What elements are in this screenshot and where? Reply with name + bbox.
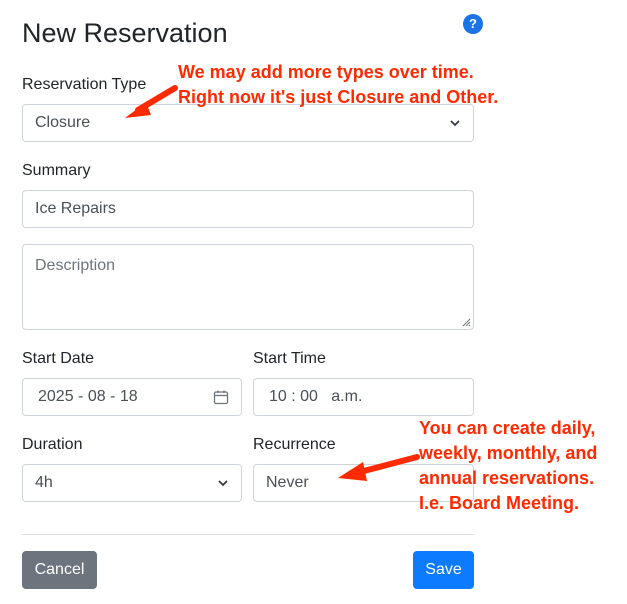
start-date-input[interactable]: 2025 - 08 - 18 <box>22 378 242 416</box>
calendar-icon[interactable] <box>213 389 229 405</box>
recurrence-annotation: You can create daily, weekly, monthly, a… <box>419 416 597 516</box>
recurrence-annotation-line: I.e. Board Meeting. <box>419 493 580 513</box>
form-divider <box>22 534 474 535</box>
resize-grip-icon[interactable] <box>461 317 471 327</box>
recurrence-annotation-line: annual reservations. <box>419 468 595 488</box>
summary-label: Summary <box>22 162 91 179</box>
start-time-input[interactable]: 10 : 00 a.m. <box>253 378 474 416</box>
summary-input[interactable]: Ice Repairs <box>22 190 474 228</box>
annotation-arrow-icon <box>338 454 420 481</box>
duration-label: Duration <box>22 436 83 453</box>
help-icon[interactable]: ? <box>463 14 483 34</box>
start-date-value: 2025 - 08 - 18 <box>38 388 138 405</box>
page-title: New Reservation <box>22 18 228 48</box>
cancel-button[interactable]: Cancel <box>22 551 97 589</box>
start-time-label: Start Time <box>253 350 326 367</box>
description-textarea[interactable]: Description <box>22 244 474 330</box>
recurrence-annotation-line: weekly, monthly, and <box>419 443 598 463</box>
save-button[interactable]: Save <box>413 551 474 589</box>
chevron-down-icon <box>218 480 228 487</box>
recurrence-annotation-line: You can create daily, <box>419 418 596 438</box>
start-time-value: 10 : 00 a.m. <box>269 388 363 405</box>
chevron-down-icon <box>450 120 460 127</box>
type-annotation: We may add more types over time. Right n… <box>178 60 498 110</box>
start-date-label: Start Date <box>22 350 95 367</box>
reservation-type-value: Closure <box>35 114 91 131</box>
type-annotation-line: Right now it's just Closure and Other. <box>178 87 499 107</box>
recurrence-label: Recurrence <box>253 436 336 453</box>
summary-value: Ice Repairs <box>35 200 116 217</box>
duration-value: 4h <box>35 474 53 491</box>
annotation-arrow-icon <box>125 85 178 118</box>
type-annotation-line: We may add more types over time. <box>178 62 474 82</box>
duration-select[interactable]: 4h <box>22 464 242 502</box>
description-placeholder: Description <box>35 257 116 274</box>
